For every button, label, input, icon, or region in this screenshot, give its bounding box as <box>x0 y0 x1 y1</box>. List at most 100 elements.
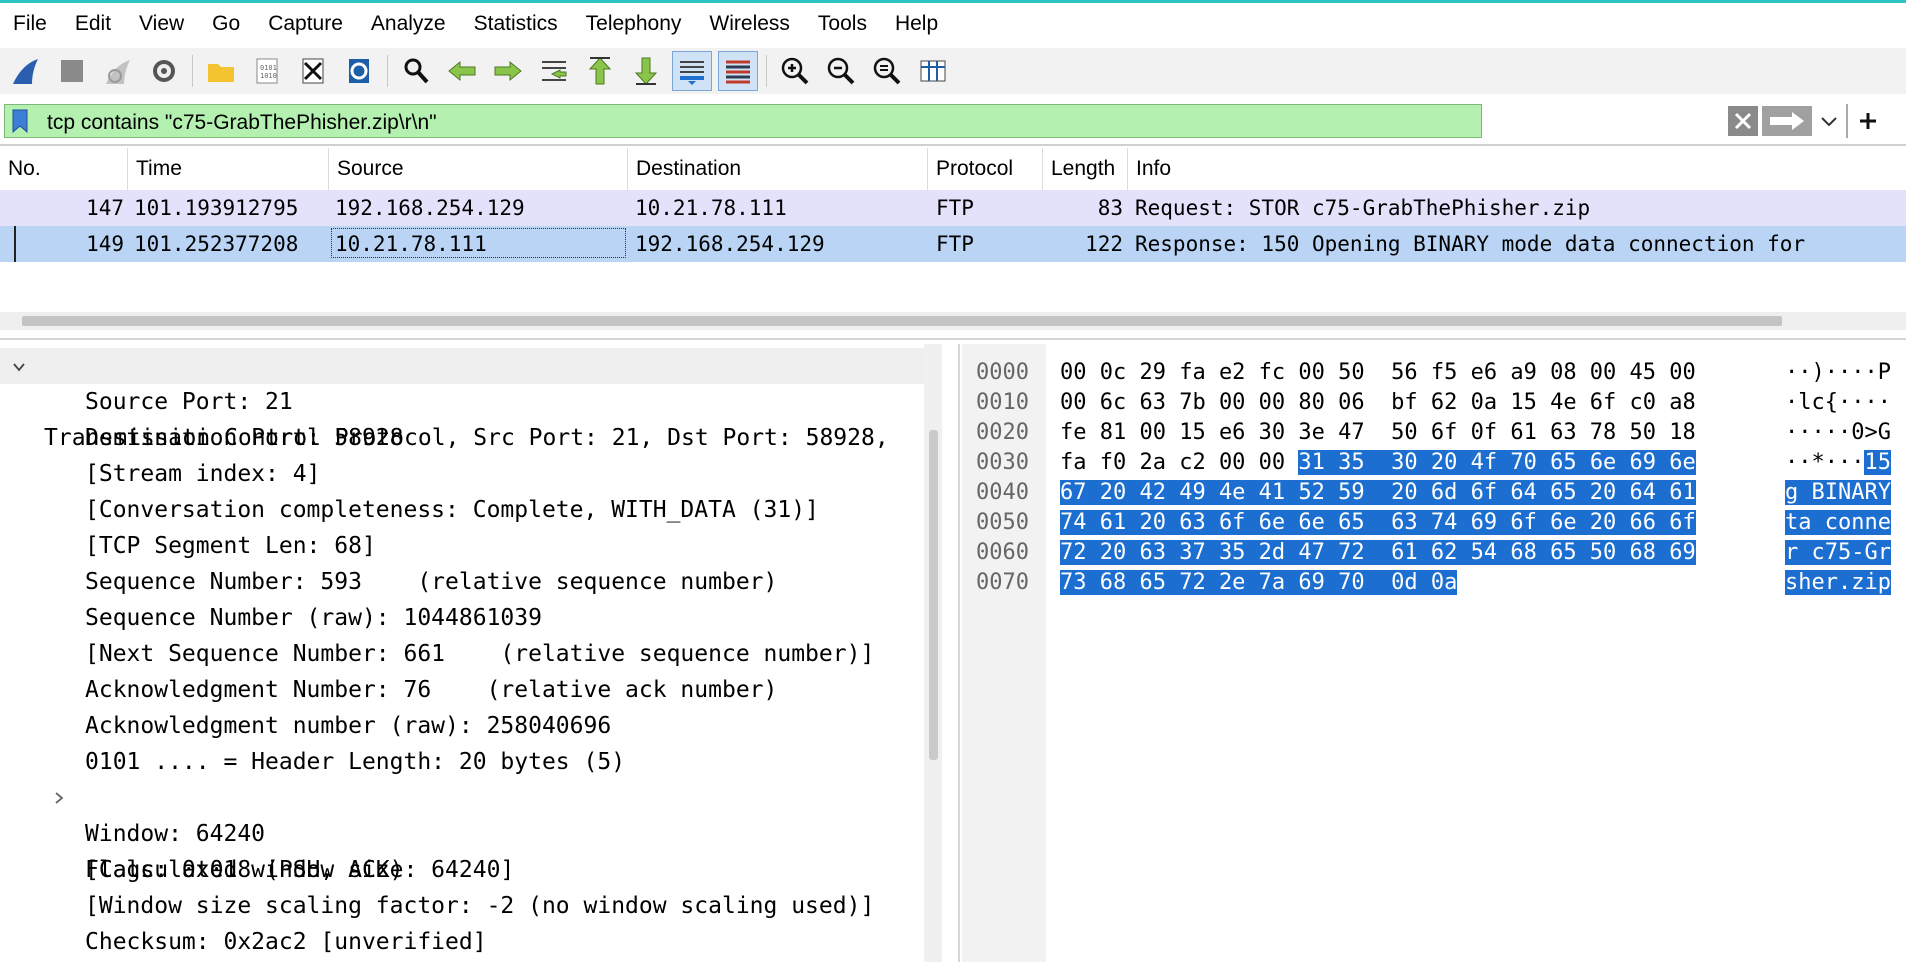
hex-bytes[interactable]: 67 20 42 49 4e 41 52 59 20 6d 6f 64 65 2… <box>1060 478 1696 508</box>
menu-wireless[interactable]: Wireless <box>696 3 805 45</box>
hex-bytes-selected: 73 68 65 72 2e 7a 69 70 0d 0a <box>1060 570 1458 595</box>
reload-icon[interactable] <box>339 51 379 91</box>
tree-item[interactable]: [Stream index: 4] <box>0 456 930 492</box>
save-file-icon[interactable]: 0101 1010 <box>247 51 287 91</box>
menu-view[interactable]: View <box>126 3 199 45</box>
hex-bytes-selected: 67 20 42 49 4e 41 52 59 20 6d 6f 64 65 2… <box>1060 480 1696 505</box>
menu-go[interactable]: Go <box>199 3 255 45</box>
pane-splitter-vertical[interactable] <box>958 344 960 962</box>
add-filter-button-icon[interactable] <box>1852 106 1884 136</box>
hex-bytes[interactable]: 74 61 20 63 6f 6e 6e 65 63 74 69 6f 6e 2… <box>1060 508 1696 538</box>
chevron-right-icon[interactable] <box>52 791 66 805</box>
menu-telephony[interactable]: Telephony <box>573 3 697 45</box>
ascii-bytes[interactable]: ·lc{···· <box>1785 388 1891 418</box>
menu-statistics[interactable]: Statistics <box>461 3 573 45</box>
column-header-info[interactable]: Info <box>1128 148 1906 190</box>
hex-row[interactable]: 0060 72 20 63 37 35 2d 47 72 61 62 54 68 … <box>962 538 1906 568</box>
column-header-time[interactable]: Time <box>128 148 329 190</box>
colorize-icon[interactable] <box>718 51 758 91</box>
go-first-arrow-icon[interactable] <box>580 51 620 91</box>
zoom-out-icon[interactable] <box>821 51 861 91</box>
go-last-arrow-icon[interactable] <box>626 51 666 91</box>
normal-size-icon[interactable] <box>867 51 907 91</box>
menu-capture[interactable]: Capture <box>255 3 358 45</box>
column-header-length[interactable]: Length <box>1043 148 1128 190</box>
menu-file[interactable]: File <box>0 3 62 45</box>
zoom-in-icon[interactable] <box>775 51 815 91</box>
tree-item[interactable]: [TCP Segment Len: 68] <box>0 528 930 564</box>
packet-row-selected[interactable]: 149 101.252377208 10.21.78.111 192.168.2… <box>0 226 1906 262</box>
capture-options-gear-icon[interactable] <box>144 51 184 91</box>
hex-bytes[interactable]: 73 68 65 72 2e 7a 69 70 0d 0a <box>1060 568 1458 598</box>
tree-item[interactable]: Source Port: 21 <box>0 384 930 420</box>
hex-bytes[interactable]: fe 81 00 15 e6 30 3e 47 50 6f 0f 61 63 7… <box>1060 418 1696 448</box>
hex-row[interactable]: 0010 00 6c 63 7b 00 00 80 06 bf 62 0a 15 … <box>962 388 1906 418</box>
hex-row[interactable]: 0000 00 0c 29 fa e2 fc 00 50 56 f5 e6 a9 … <box>962 358 1906 388</box>
display-filter-text[interactable]: tcp contains "c75-GrabThePhisher.zip\r\n… <box>47 111 437 135</box>
tree-item[interactable]: 0101 .... = Header Length: 20 bytes (5) <box>0 744 930 780</box>
tree-item[interactable]: [Next Sequence Number: 661 (relative seq… <box>0 636 930 672</box>
tree-item[interactable]: Sequence Number: 593 (relative sequence … <box>0 564 930 600</box>
tree-item[interactable]: Acknowledgment Number: 76 (relative ack … <box>0 672 930 708</box>
chevron-down-icon[interactable] <box>12 360 26 374</box>
packet-row[interactable]: 147 101.193912795 192.168.254.129 10.21.… <box>0 190 1906 226</box>
ascii-selected: r c75-Gr <box>1785 540 1891 565</box>
packet-bytes-pane: 0000 00 0c 29 fa e2 fc 00 50 56 f5 e6 a9 … <box>962 344 1906 962</box>
hex-row[interactable]: 0030 fa f0 2a c2 00 00 31 35 30 20 4f 70 … <box>962 448 1906 478</box>
close-file-icon[interactable] <box>293 51 333 91</box>
hex-bytes[interactable]: fa f0 2a c2 00 00 31 35 30 20 4f 70 65 6… <box>1060 448 1696 478</box>
column-header-destination[interactable]: Destination <box>628 148 928 190</box>
packet-list-hscroll-thumb[interactable] <box>22 316 1782 326</box>
tree-item[interactable]: [Window size scaling factor: -2 (no wind… <box>0 888 930 924</box>
hex-bytes[interactable]: 72 20 63 37 35 2d 47 72 61 62 54 68 65 5… <box>1060 538 1696 568</box>
menu-tools[interactable]: Tools <box>805 3 882 45</box>
filter-history-dropdown-icon[interactable] <box>1814 106 1844 136</box>
column-header-no[interactable]: No. <box>0 148 128 190</box>
hex-row[interactable]: 0020 fe 81 00 15 e6 30 3e 47 50 6f 0f 61 … <box>962 418 1906 448</box>
ascii-bytes[interactable]: ta conne <box>1785 508 1891 538</box>
tree-item-tcp[interactable]: Transmission Control Protocol, Src Port:… <box>0 348 930 451</box>
stop-square-icon[interactable] <box>52 51 92 91</box>
menu-edit[interactable]: Edit <box>62 3 126 45</box>
find-magnifier-icon[interactable] <box>396 51 436 91</box>
resize-columns-icon[interactable] <box>913 51 953 91</box>
hex-bytes[interactable]: 00 6c 63 7b 00 00 80 06 bf 62 0a 15 4e 6… <box>1060 388 1696 418</box>
column-header-source[interactable]: Source <box>329 148 628 190</box>
autoscroll-icon[interactable] <box>672 51 712 91</box>
shark-fin-start-icon[interactable] <box>6 51 46 91</box>
apply-filter-arrow-icon[interactable] <box>1762 106 1812 136</box>
details-vscroll-thumb[interactable] <box>929 430 938 760</box>
go-forward-arrow-icon[interactable] <box>488 51 528 91</box>
tree-item[interactable]: [Conversation completeness: Complete, WI… <box>0 492 930 528</box>
tree-item-flags[interactable]: Flags: 0x018 (PSH, ACK) <box>0 780 930 883</box>
packet-destination: 10.21.78.111 <box>635 196 787 220</box>
tree-item[interactable]: Sequence Number (raw): 1044861039 <box>0 600 930 636</box>
pane-splitter[interactable] <box>0 338 1906 340</box>
menu-help[interactable]: Help <box>882 3 953 45</box>
column-header-protocol[interactable]: Protocol <box>928 148 1043 190</box>
hex-row[interactable]: 0040 67 20 42 49 4e 41 52 59 20 6d 6f 64 … <box>962 478 1906 508</box>
restart-fin-icon[interactable] <box>98 51 138 91</box>
tree-item[interactable]: [Calculated window size: 64240] <box>0 852 930 888</box>
ascii-bytes[interactable]: sher.zip <box>1785 568 1891 598</box>
clear-filter-icon[interactable] <box>1728 106 1758 136</box>
ascii-bytes[interactable]: ··)····P <box>1785 358 1891 388</box>
ascii-bytes[interactable]: ·····0>G <box>1785 418 1891 448</box>
hex-row[interactable]: 0050 74 61 20 63 6f 6e 6e 65 63 74 69 6f … <box>962 508 1906 538</box>
tree-item[interactable]: Destination Port: 58928 <box>0 420 930 456</box>
menu-analyze[interactable]: Analyze <box>358 3 461 45</box>
tree-item[interactable]: Window: 64240 <box>0 816 930 852</box>
go-back-arrow-icon[interactable] <box>442 51 482 91</box>
display-filter-input[interactable]: tcp contains "c75-GrabThePhisher.zip\r\n… <box>4 104 1482 138</box>
ascii-bytes[interactable]: g BINARY <box>1785 478 1891 508</box>
ascii-bytes[interactable]: ··*···15 <box>1785 448 1891 478</box>
tree-item[interactable]: Acknowledgment number (raw): 258040696 <box>0 708 930 744</box>
filter-bookmark-icon[interactable] <box>11 109 29 133</box>
go-to-packet-icon[interactable] <box>534 51 574 91</box>
open-folder-icon[interactable] <box>201 51 241 91</box>
hex-bytes[interactable]: 00 0c 29 fa e2 fc 00 50 56 f5 e6 a9 08 0… <box>1060 358 1696 388</box>
hex-row[interactable]: 0070 73 68 65 72 2e 7a 69 70 0d 0a sher.zi… <box>962 568 1906 598</box>
packet-no: 149 <box>86 232 124 256</box>
tree-item[interactable]: Checksum: 0x2ac2 [unverified] <box>0 924 930 960</box>
ascii-bytes[interactable]: r c75-Gr <box>1785 538 1891 568</box>
